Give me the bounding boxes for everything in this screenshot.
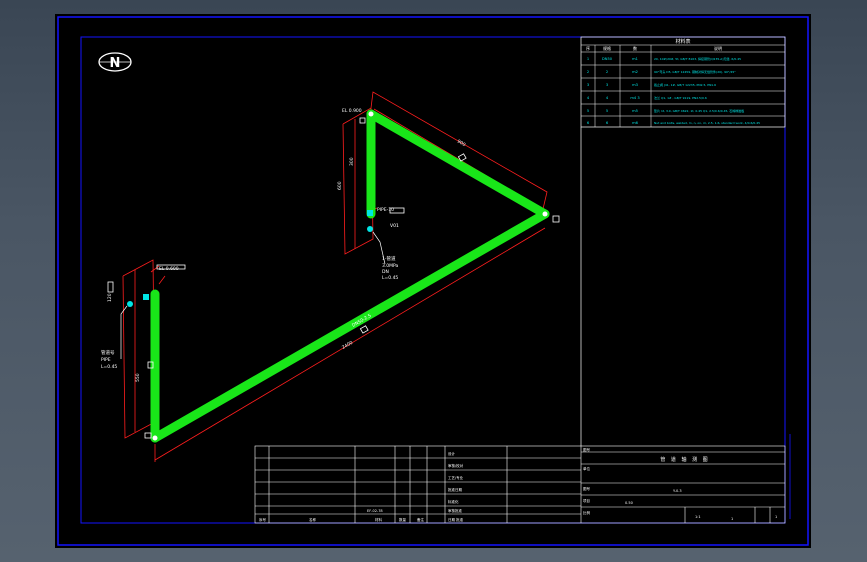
bom-row-3-no: 3 (587, 83, 589, 87)
bom-row-6-no: 6 (587, 121, 590, 125)
project-label: 项目 (583, 498, 590, 503)
sheet-of: 1 (775, 515, 777, 519)
drawing-sheet[interactable]: N EL 0.900 900 600 300 PIPE-10 V01 1-管道 … (55, 14, 811, 548)
bom-row-1-desc: 20, 10#/20#, 5t, GB/T 8163, 焊接钢管(Q235-A)… (654, 56, 741, 61)
pipe-segment-top[interactable] (366, 109, 550, 219)
bom-rows: 1 DN50 m1 20, 10#/20#, 5t, GB/T 8163, 焊接… (587, 56, 760, 125)
bottom-label-3: 材料 (375, 517, 383, 522)
drawing-number-label: 图号 (583, 486, 591, 491)
valve-leader-line-3: DN (382, 269, 389, 275)
bom-row-2-no: 2 (587, 70, 589, 74)
bom-row-6-qty: m6 (632, 121, 639, 125)
left-leader-line-2: PIPE (101, 357, 111, 363)
bottom-label-6: 日期 批准 (448, 517, 464, 522)
elbow-joint-bottom (152, 435, 158, 441)
sheet-value: 1 (731, 517, 733, 521)
bom-title: 材料表 (675, 38, 690, 45)
north-arrow-icon: N (98, 52, 132, 72)
bom-row-2-qty: m2 (632, 70, 638, 74)
rev-row-4: 批准日期 (448, 487, 462, 492)
elbow-joint-top (368, 111, 374, 117)
title-block-right-top: 图号 (583, 447, 591, 452)
bom-row-4-spec: 4 (606, 96, 609, 100)
company-label: 单位 (583, 466, 591, 471)
rev-row-6: 审核批准 (448, 508, 462, 513)
dim-lower-vertical (122, 259, 156, 439)
scale-value: 1:1 (695, 515, 701, 519)
bom-row-5-desc: 垫片 1t, 3.0, GB/T 4622, 1t, 0.45 Q1, 2.5/… (654, 108, 744, 113)
dim-top-right (370, 91, 548, 210)
rev-row-3: 工艺/专业 (448, 475, 464, 480)
bom-row-6-spec: 6 (606, 121, 609, 125)
upper-vertical-dim: 600 (337, 181, 343, 190)
bom-table: 材料表 序 规格 数 说明 1 DN50 m1 20, 10#/20#, 5t,… (580, 36, 786, 128)
bom-header-qty: 数 (633, 45, 637, 51)
dimension-lines (122, 91, 548, 462)
bom-row-1-qty: m1 (632, 57, 638, 61)
bottom-label-2: 名称 (309, 517, 317, 522)
bom-row-5-qty: m5 (632, 109, 638, 113)
bom-row-2-spec: 2 (606, 70, 608, 74)
rev-row-5: 标准化 (448, 499, 459, 504)
left-leader-line-1: 管道号 (101, 349, 115, 356)
drawing-number: Y-0.3 (673, 489, 682, 493)
tag-boxes (107, 117, 560, 439)
bottom-label-5: 备注 (417, 517, 425, 522)
valve-leader-line-2: 3.0MPa (382, 263, 399, 269)
bom-row-4-qty: m4 3 (630, 96, 639, 100)
lower-left-tag: EL 0.600 (159, 266, 179, 272)
bom-row-1-spec: DN50 (602, 57, 613, 61)
bom-header-desc: 说明 (714, 45, 722, 51)
cad-viewport: N EL 0.900 900 600 300 PIPE-10 V01 1-管道 … (0, 0, 867, 562)
bom-row-5-spec: 5 (606, 109, 608, 113)
bom-row-2-desc: 90°弯头 D5, GB/T 12459, 钢制对焊无缝管件(20), 90°/… (654, 69, 736, 74)
bottom-label-1: 序号 (259, 517, 267, 522)
lower-vertical-dim: 550 (135, 373, 141, 382)
bom-row-3-qty: m3 (632, 83, 638, 87)
bom-row-6-desc: Nut and bolts, welded, m, n, on, m, 2.5,… (654, 121, 760, 125)
bom-header-no: 序 (586, 45, 590, 51)
rev-row-1: 设计 (448, 451, 456, 456)
bom-row-3-spec: 3 (606, 83, 608, 87)
top-right-dim: 900 (456, 139, 467, 149)
elbow-joint-right (542, 211, 548, 217)
drawing-title: 管 道 轴 测 图 (660, 456, 709, 463)
pipe-segment-diagonal[interactable] (150, 209, 550, 443)
valve-tag: V01 (390, 223, 399, 229)
drawing-canvas: N EL 0.900 900 600 300 PIPE-10 V01 1-管道 … (57, 16, 809, 546)
upper-left-tag: EL 0.900 (342, 108, 362, 114)
scale-label: 比例 (583, 510, 591, 515)
bom-row-3-desc: 截止阀 J41, 1#, GB/T 12235, PN2.5, PN1.6 (654, 82, 716, 87)
project-value: 0.50 (625, 501, 633, 505)
rev-row-2: 审核/校对 (448, 463, 464, 468)
bom-header-spec: 规格 (603, 45, 611, 51)
flange-tag: PIPE-10 (377, 207, 394, 213)
mid-cell: EF-02-78 (367, 509, 383, 513)
valve-leader-line-1: 1-管道 (382, 255, 396, 262)
bom-row-5-no: 5 (587, 109, 589, 113)
bom-row-1-no: 1 (587, 57, 589, 61)
diagonal-dim: 2400 (341, 340, 354, 351)
bottom-label-4: 数量 (399, 517, 407, 522)
upper-vertical-dim2: 300 (349, 157, 355, 166)
bom-row-4-desc: 法兰 Q1, 1# , GB/T 9119, PN2.5/0.6 (654, 95, 707, 100)
lower-vertical-dim2: 120 (107, 293, 113, 302)
valve-leader-line-4: L=0.45 (382, 275, 398, 281)
bom-row-4-no: 4 (587, 96, 590, 100)
left-leader-line-3: L=0.45 (101, 364, 117, 370)
north-letter: N (110, 56, 121, 71)
